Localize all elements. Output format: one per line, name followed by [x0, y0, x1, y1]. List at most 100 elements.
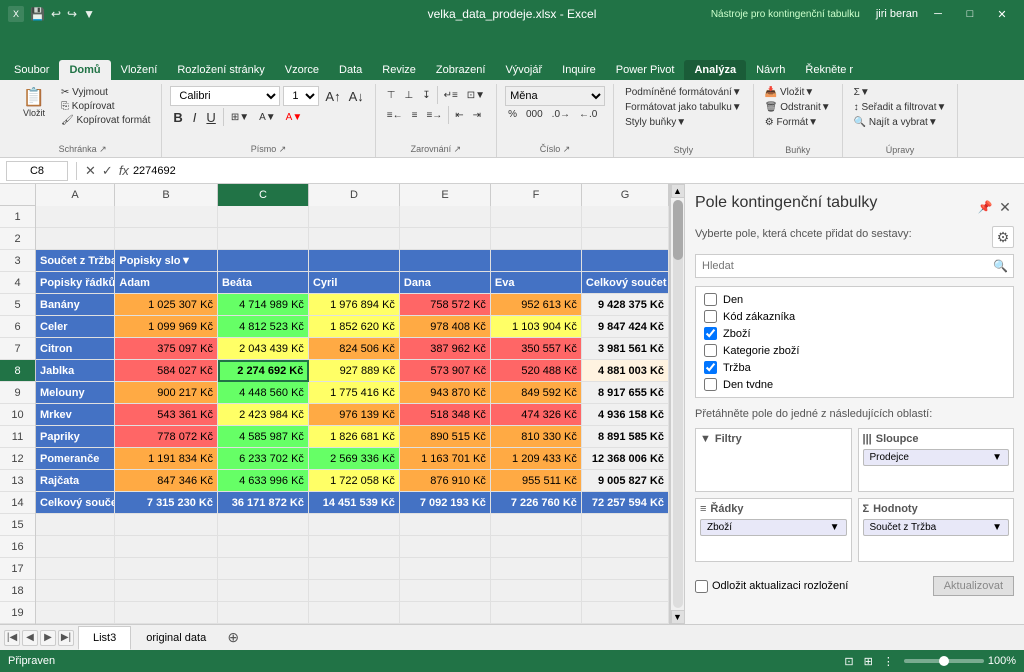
cell-e3[interactable] [400, 250, 491, 272]
row-num-14[interactable]: 14 [0, 492, 35, 514]
format-cells-btn[interactable]: ⚙ Formát▼ [762, 116, 821, 129]
pivot-values-soucet[interactable]: Součet z Tržba ▼ [863, 519, 1010, 536]
cell-f5[interactable]: 952 613 Kč [491, 294, 582, 316]
prodejce-dropdown-icon[interactable]: ▼ [992, 452, 1002, 463]
cell-g3[interactable] [582, 250, 669, 272]
cell-c9[interactable]: 4 448 560 Kč [218, 382, 309, 404]
merge-btn[interactable]: ⊡▼ [464, 86, 488, 104]
underline-btn[interactable]: U [203, 109, 218, 126]
decrease-font-btn[interactable]: A↓ [346, 88, 367, 105]
cell-b2[interactable] [115, 228, 218, 250]
cell-f2[interactable] [491, 228, 582, 250]
cell-e7[interactable]: 387 962 Kč [400, 338, 491, 360]
format-table-btn[interactable]: Formátovat jako tabulku▼ [622, 101, 745, 114]
cell-b3[interactable]: Popisky slo▼ [115, 250, 218, 272]
cell-b4[interactable]: Adam [115, 272, 218, 294]
sheet-scroll-first-btn[interactable]: |◀ [4, 630, 20, 646]
cell-e12[interactable]: 1 163 701 Kč [400, 448, 491, 470]
cell-g2[interactable] [582, 228, 669, 250]
row-num-7[interactable]: 7 [0, 338, 35, 360]
sheet-scroll-last-btn[interactable]: ▶| [58, 630, 74, 646]
cell-b9[interactable]: 900 217 Kč [115, 382, 218, 404]
cell-g8[interactable]: 4 881 003 Kč [582, 360, 669, 382]
cell-b10[interactable]: 543 361 Kč [115, 404, 218, 426]
percent-btn[interactable]: % [505, 108, 520, 121]
pivot-field-den[interactable]: Den [700, 291, 1009, 308]
cell-g9[interactable]: 8 917 655 Kč [582, 382, 669, 404]
pivot-gear-btn[interactable]: ⚙ [992, 226, 1014, 248]
cell-d9[interactable]: 1 775 416 Kč [309, 382, 400, 404]
close-btn[interactable]: ✕ [988, 4, 1016, 24]
zoom-slider[interactable] [904, 659, 984, 663]
cell-d5[interactable]: 1 976 894 Kč [309, 294, 400, 316]
cell-c4[interactable]: Beáta [218, 272, 309, 294]
cell-a2[interactable] [36, 228, 115, 250]
row-num-17[interactable]: 17 [0, 558, 35, 580]
col-header-g[interactable]: G [582, 184, 669, 206]
cell-d7[interactable]: 824 506 Kč [309, 338, 400, 360]
cell-b1[interactable] [115, 206, 218, 228]
col-header-c[interactable]: C [218, 184, 309, 206]
cell-f4[interactable]: Eva [491, 272, 582, 294]
cell-g5[interactable]: 9 428 375 Kč [582, 294, 669, 316]
tab-navrh[interactable]: Návrh [746, 60, 795, 80]
cell-e2[interactable] [400, 228, 491, 250]
row-num-2[interactable]: 2 [0, 228, 35, 250]
pivot-field-zbozi[interactable]: Zboží [700, 325, 1009, 342]
sheet-tab-original[interactable]: original data [131, 626, 221, 650]
row-num-13[interactable]: 13 [0, 470, 35, 492]
find-select-btn[interactable]: 🔍 Najít a vybrat▼ [851, 116, 941, 129]
align-top-btn[interactable]: ⊤ [384, 86, 399, 104]
cell-e4[interactable]: Dana [400, 272, 491, 294]
view-layout-btn[interactable]: ⊞ [864, 655, 873, 668]
pivot-field-trzba[interactable]: Tržba [700, 359, 1009, 376]
cell-a10[interactable]: Mrkev [36, 404, 115, 426]
cell-d14[interactable]: 14 451 539 Kč [309, 492, 400, 514]
view-normal-btn[interactable]: ⊡ [844, 655, 853, 668]
vscroll-thumb[interactable] [673, 200, 683, 260]
scroll-up-btn[interactable]: ▲ [671, 184, 685, 198]
cell-b11[interactable]: 778 072 Kč [115, 426, 218, 448]
thousands-btn[interactable]: 000 [523, 108, 546, 121]
cell-styles-btn[interactable]: Styly buňky▼ [622, 116, 689, 129]
cell-d13[interactable]: 1 722 058 Kč [309, 470, 400, 492]
paste-btn[interactable]: 📋 Vložit [12, 86, 56, 120]
insert-function-icon[interactable]: fx [119, 163, 129, 179]
cell-g14[interactable]: 72 257 594 Kč [582, 492, 669, 514]
cell-f12[interactable]: 1 209 433 Kč [491, 448, 582, 470]
format-painter-btn[interactable]: 🖌 Kopírovat formát [58, 114, 153, 127]
copy-btn[interactable]: ⎘ Kopírovat [58, 100, 153, 113]
font-size-select[interactable]: 11 [283, 86, 319, 106]
row-num-18[interactable]: 18 [0, 580, 35, 602]
formula-input[interactable] [133, 161, 1018, 181]
minimize-btn[interactable]: ─ [924, 4, 952, 24]
tab-analyza[interactable]: Analýza [684, 60, 746, 80]
number-format-select[interactable]: Měna [505, 86, 605, 106]
cell-c11[interactable]: 4 585 987 Kč [218, 426, 309, 448]
cell-b14[interactable]: 7 315 230 Kč [115, 492, 218, 514]
cell-f10[interactable]: 474 326 Kč [491, 404, 582, 426]
confirm-formula-icon[interactable]: ✓ [102, 163, 113, 179]
vscroll-track[interactable] [673, 200, 683, 608]
cell-c14[interactable]: 36 171 872 Kč [218, 492, 309, 514]
cell-a9[interactable]: Melouny [36, 382, 115, 404]
cell-b8[interactable]: 584 027 Kč [115, 360, 217, 382]
fill-color-btn[interactable]: A▼ [256, 111, 279, 124]
sheet-add-btn[interactable]: ⊕ [221, 626, 245, 650]
cell-g12[interactable]: 12 368 006 Kč [582, 448, 669, 470]
cell-a14[interactable]: Celkový součet [36, 492, 115, 514]
cell-c10[interactable]: 2 423 984 Kč [218, 404, 309, 426]
cell-a13[interactable]: Rajčata [36, 470, 115, 492]
cell-c13[interactable]: 4 633 996 Kč [218, 470, 309, 492]
col-header-b[interactable]: B [115, 184, 218, 206]
italic-btn[interactable]: I [190, 109, 200, 126]
cell-f11[interactable]: 810 330 Kč [491, 426, 582, 448]
quick-redo-btn[interactable]: ↪ [67, 7, 77, 21]
tab-zobrazeni[interactable]: Zobrazení [426, 60, 496, 80]
pivot-defer-checkbox-label[interactable]: Odložit aktualizaci rozložení [695, 580, 848, 593]
borders-btn[interactable]: ⊞▼ [228, 111, 252, 124]
cell-g13[interactable]: 9 005 827 Kč [582, 470, 669, 492]
cut-btn[interactable]: ✂ Vyjmout [58, 86, 153, 99]
zbozi-dropdown-icon[interactable]: ▼ [830, 522, 840, 533]
pivot-field-zbozi-checkbox[interactable] [704, 327, 717, 340]
